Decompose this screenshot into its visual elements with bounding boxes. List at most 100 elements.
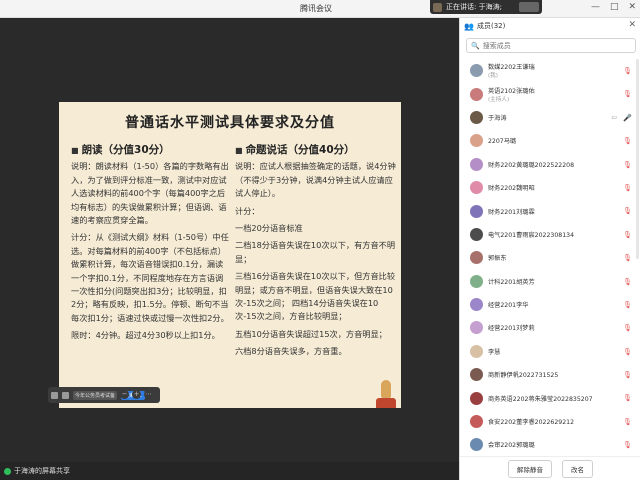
close-icon[interactable]: ✕ — [628, 2, 636, 12]
member-name-block: 商新静伊帆2022731525 — [488, 370, 558, 379]
decoration-icon — [373, 376, 399, 408]
search-icon: 🔍 — [471, 41, 480, 50]
member-name-block: 郭振东 — [488, 253, 507, 262]
more-icon[interactable]: ⋯ — [144, 390, 153, 399]
avatar — [470, 227, 483, 241]
speaking-heading-text: 命题说话（分值40分） — [245, 144, 355, 156]
mic-muted-icon[interactable]: 🎙 — [623, 418, 632, 426]
member-list-scrollbar[interactable] — [636, 59, 639, 259]
member-row[interactable]: 经营2201刘梦莉 🎙 — [460, 316, 640, 339]
mic-muted-icon[interactable]: 🎙 — [623, 441, 632, 449]
slide-tab[interactable]: 今年公务员考试备 — [73, 390, 118, 400]
avatar — [470, 415, 483, 429]
avatar — [470, 134, 483, 148]
member-name: 计科2201胡英芳 — [488, 278, 535, 286]
member-name: 商新静伊帆2022731525 — [488, 372, 559, 380]
member-row[interactable]: 计科2201胡英芳 🎙 — [460, 270, 640, 293]
member-row[interactable]: 电气2201曹雨宸2022308134 🎙 — [460, 223, 640, 246]
avatar — [470, 344, 483, 358]
member-name-block: 于海涛 — [488, 113, 507, 122]
mic-muted-icon[interactable]: 🎙 — [623, 90, 632, 98]
avatar — [470, 391, 483, 405]
rename-button[interactable]: 改名 — [562, 459, 593, 478]
slide-title: 普通话水平测试具体要求及分值 — [125, 115, 335, 131]
avatar — [470, 204, 483, 218]
member-name-block: 财务2201刘璐霖 — [488, 207, 535, 216]
member-list: 数媒2202王谦瑞 (我) 🎙 英语2102张璐佑 (主持人) 🎙 于海涛 ▭ 🎤 2207马璐 🎙… — [460, 59, 640, 457]
unmute-button[interactable]: 解除静音 — [508, 459, 552, 478]
member-row[interactable]: 食安2202董李睿2022629212 🎙 — [460, 410, 640, 433]
search-input[interactable] — [482, 41, 623, 50]
member-name-block: 数媒2202王谦瑞 (我) — [488, 62, 535, 79]
panel-footer: 解除静音 改名 — [460, 456, 640, 480]
maximize-icon[interactable]: □ — [610, 2, 619, 12]
member-name: 电气2201曹雨宸2022308134 — [488, 231, 575, 239]
member-name: 李慧 — [488, 348, 501, 356]
camera-icon[interactable]: ▭ — [611, 114, 617, 121]
member-row[interactable]: 财务2201刘璐霖 🎙 — [460, 199, 640, 222]
speaking-section: ■ 命题说话（分值40分） 说明：应试人根据抽签确定的话题，说4分钟（不得少于3… — [235, 144, 397, 363]
member-name-block: 食安2202董李睿2022629212 — [488, 417, 574, 426]
reading-paragraph: 说明：朗读材料（1-50）各篇的字数略有出入，为了做到评分标准一致，测试中对应试… — [71, 161, 229, 226]
member-row[interactable]: 财务2202魏明昭 🎙 — [460, 176, 640, 199]
grid-icon[interactable] — [62, 391, 69, 399]
panel-header: 👥 成员(32) ✕ — [460, 18, 640, 34]
mic-muted-icon[interactable]: 🎙 — [623, 394, 632, 402]
mic-muted-icon[interactable]: 🎙 — [623, 324, 632, 332]
speaker-video-thumbnail[interactable] — [519, 2, 539, 12]
mic-muted-icon[interactable]: 🎙 — [623, 184, 632, 192]
speaking-paragraph: 二档18分语音失误在10次以下，有方音不明显； — [235, 240, 396, 264]
member-row[interactable]: 李慧 🎙 — [460, 340, 640, 363]
mic-muted-icon[interactable]: 🎙 — [623, 348, 632, 356]
member-name-block: 2207马璐 — [488, 136, 516, 145]
avatar — [470, 321, 483, 335]
mic-muted-icon[interactable]: 🎙 — [623, 254, 632, 262]
member-row[interactable]: 英语2102张璐佑 (主持人) 🎙 — [460, 82, 640, 105]
mic-muted-icon[interactable]: 🎙 — [623, 137, 632, 145]
member-row[interactable]: 于海涛 ▭ 🎤 — [460, 106, 640, 129]
member-row[interactable]: 商新静伊帆2022731525 🎙 — [460, 363, 640, 386]
zoom-in-icon[interactable]: + — [132, 390, 141, 399]
member-row[interactable]: 会审2202郭璐璐 🎙 — [460, 433, 640, 456]
mic-muted-icon[interactable]: 🎙 — [623, 278, 632, 286]
member-name: 财务2202黄璐璐2022522208 — [488, 161, 575, 169]
speaking-paragraph: 六档8分语音失误多，方音重。 — [235, 346, 347, 357]
minimize-icon[interactable]: — — [591, 2, 600, 12]
app-title: 腾讯会议 — [300, 4, 332, 13]
members-icon: 👥 — [464, 21, 474, 31]
member-name: 英语2102张璐佑 — [488, 87, 535, 95]
title-bar: 腾讯会议 正在讲话: 于海涛; — □ ✕ — [0, 0, 640, 18]
member-row[interactable]: 郭振东 🎙 — [460, 246, 640, 269]
mic-muted-icon[interactable]: 🎙 — [623, 67, 632, 75]
member-name: 经营2201刘梦莉 — [488, 325, 535, 333]
speaking-paragraph: 计分： — [235, 205, 260, 216]
member-row[interactable]: 财务2202黄璐璐2022522208 🎙 — [460, 153, 640, 176]
mic-muted-icon[interactable]: 🎙 — [623, 371, 632, 379]
speaking-text: 正在讲话: 于海涛; — [446, 3, 502, 11]
member-role: (我) — [488, 73, 498, 80]
pen-icon[interactable] — [51, 391, 58, 399]
mic-on-icon[interactable]: 🎤 — [623, 114, 632, 122]
avatar — [470, 64, 483, 78]
close-panel-icon[interactable]: ✕ — [628, 20, 636, 30]
member-name: 会审2202郭璐璐 — [488, 442, 535, 450]
member-name: 数媒2202王谦瑞 — [488, 64, 535, 72]
speaking-paragraph: 一档20分语音标准 — [235, 223, 303, 234]
mic-muted-icon[interactable]: 🎙 — [623, 231, 632, 239]
member-row[interactable]: 经营2201李华 🎙 — [460, 293, 640, 316]
member-row[interactable]: 商务英语2202蒋朱雅莹2022835207 🎙 — [460, 386, 640, 409]
mic-muted-icon[interactable]: 🎙 — [623, 161, 632, 169]
bullet-icon: ■ — [235, 146, 243, 155]
speaking-indicator[interactable]: 正在讲话: 于海涛; — [430, 0, 542, 14]
zoom-out-icon[interactable]: − — [120, 390, 129, 399]
member-row[interactable]: 数媒2202王谦瑞 (我) 🎙 — [460, 59, 640, 82]
share-indicator[interactable]: 于海涛的屏幕共享 — [4, 466, 70, 476]
member-search[interactable]: 🔍 — [466, 38, 636, 53]
mic-muted-icon[interactable]: 🎙 — [623, 207, 632, 215]
mic-muted-icon[interactable]: 🎙 — [623, 301, 632, 309]
member-row[interactable]: 2207马璐 🎙 — [460, 129, 640, 152]
bullet-icon: ■ — [71, 146, 79, 155]
member-name: 财务2201刘璐霖 — [488, 208, 535, 216]
reading-paragraph: 限时：4分钟。超过4分30秒以上扣1分。 — [71, 330, 220, 341]
slide-controls: − + ⋯ — [120, 390, 153, 399]
